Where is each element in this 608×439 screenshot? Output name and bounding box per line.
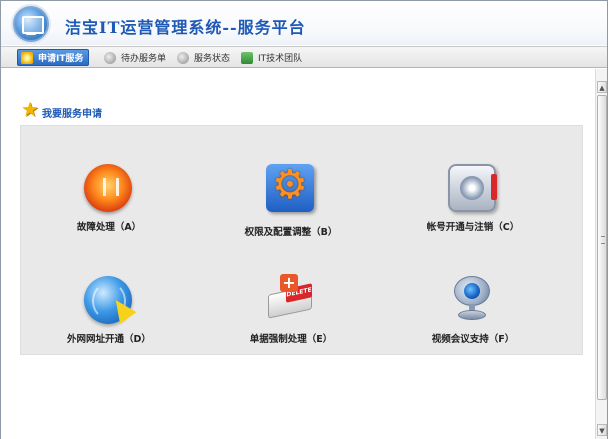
service-label: 外网网址开通（D）	[67, 334, 151, 345]
service-item-fault[interactable]: 故障处理（A）	[29, 164, 189, 244]
main-content: 我要服务申请 故障处理（A） 权限及配置调整（B） 帐号开通与注销（C） 外网网…	[1, 69, 595, 439]
app-title: 洁宝IT运营管理系统--服务平台	[65, 18, 306, 37]
section-heading: 我要服务申请	[21, 97, 102, 121]
service-label: 单据强制处理（E）	[249, 334, 333, 345]
service-label: 帐号开通与注销（C）	[426, 222, 520, 233]
tab-label: IT技术团队	[258, 54, 303, 64]
star-icon	[21, 51, 33, 64]
service-item-video-conference[interactable]: 视频会议支持（F）	[393, 276, 553, 356]
monitor-logo-icon	[13, 6, 49, 42]
section-title: 我要服务申请	[42, 109, 102, 120]
star-icon	[21, 97, 41, 121]
account-icon	[448, 164, 497, 212]
service-label: 权限及配置调整（B）	[244, 227, 338, 238]
service-item-permission-config[interactable]: 权限及配置调整（B）	[211, 162, 371, 244]
tab-it-team[interactable]: IT技术团队	[241, 49, 302, 66]
tab-label: 待办服务单	[121, 54, 167, 64]
header: 洁宝IT运营管理系统--服务平台	[1, 1, 607, 45]
service-label: 视频会议支持（F）	[431, 334, 515, 345]
tab-label: 服务状态	[194, 54, 231, 64]
gear-icon	[266, 162, 314, 212]
service-item-external-url[interactable]: 外网网址开通（D）	[29, 276, 189, 356]
globe-icon	[84, 276, 132, 324]
tab-label: 申请IT服务	[38, 54, 84, 64]
scroll-down-arrow-icon[interactable]: ▼	[597, 424, 607, 436]
tab-service-status[interactable]: 服务状态	[177, 49, 230, 66]
app-window: 洁宝IT运营管理系统--服务平台 申请IT服务 待办服务单 服务状态 IT技术团…	[0, 0, 608, 439]
status-icon	[177, 51, 189, 64]
pending-icon	[104, 51, 116, 64]
service-item-force-process[interactable]: DELETE + 单据强制处理（E）	[211, 274, 371, 356]
team-icon	[241, 51, 253, 64]
vertical-scrollbar[interactable]: ▲ ▼	[595, 69, 607, 439]
service-label: 故障处理（A）	[76, 222, 142, 233]
scroll-up-arrow-icon[interactable]: ▲	[597, 81, 607, 93]
tab-bar: 申请IT服务 待办服务单 服务状态 IT技术团队	[1, 46, 607, 68]
scrollbar-thumb[interactable]	[597, 95, 607, 400]
tab-apply-it-service[interactable]: 申请IT服务	[17, 49, 89, 66]
webcam-icon	[448, 276, 496, 324]
alarm-icon	[84, 164, 132, 212]
tab-pending-orders[interactable]: 待办服务单	[104, 49, 166, 66]
service-item-account[interactable]: 帐号开通与注销（C）	[393, 164, 553, 244]
eraser-icon: DELETE +	[266, 274, 314, 324]
service-panel: 故障处理（A） 权限及配置调整（B） 帐号开通与注销（C） 外网网址开通（D） …	[20, 125, 583, 355]
